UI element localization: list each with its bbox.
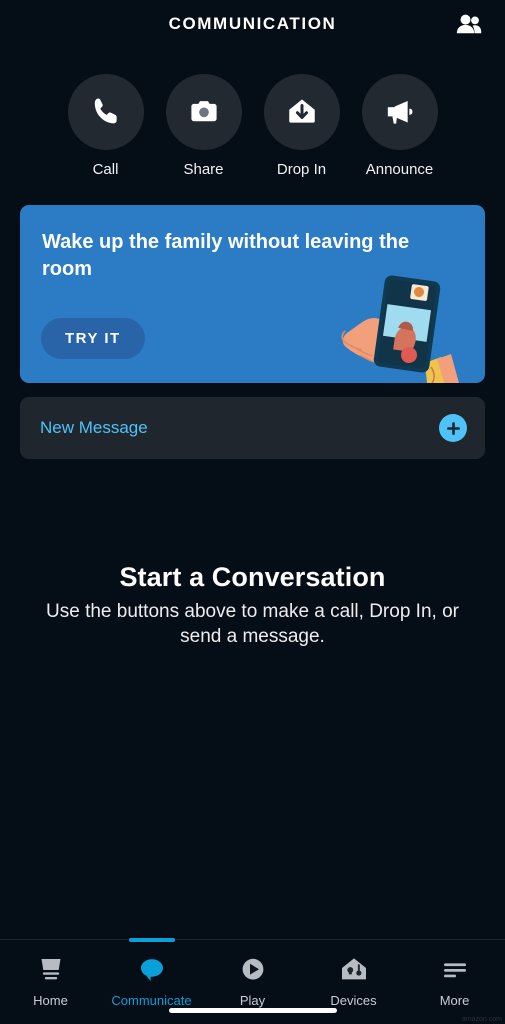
active-tab-indicator xyxy=(128,938,175,942)
nav-label: More xyxy=(439,993,470,1008)
promo-card[interactable]: Wake up the family without leaving the r… xyxy=(20,205,485,383)
home-indicator xyxy=(168,1008,337,1013)
hand-holding-phone-illustration xyxy=(341,275,459,383)
nav-item-more[interactable]: More xyxy=(404,940,505,1024)
empty-state-title: Start a Conversation xyxy=(119,562,386,592)
hamburger-menu-icon xyxy=(440,954,470,986)
play-circle-icon xyxy=(238,954,268,986)
nav-label: Home xyxy=(33,993,68,1008)
communication-screen: COMMUNICATION Call Share Drop In Announc… xyxy=(0,0,505,1024)
nav-label: Play xyxy=(239,993,266,1008)
drop-in-button[interactable] xyxy=(263,74,340,150)
watermark: amazon.com xyxy=(461,1016,502,1023)
try-it-button[interactable]: TRY IT xyxy=(41,318,145,359)
megaphone-icon xyxy=(387,100,412,124)
quick-action-share[interactable]: Share xyxy=(165,74,242,178)
smart-home-icon xyxy=(339,954,369,986)
empty-state: Start a Conversation Use the buttons abo… xyxy=(0,459,505,939)
share-button[interactable] xyxy=(165,74,242,150)
page-title: COMMUNICATION xyxy=(168,14,337,33)
speech-bubble-icon xyxy=(137,954,167,986)
quick-action-label: Share xyxy=(183,161,224,178)
house-down-arrow-icon xyxy=(288,99,315,123)
quick-action-drop-in[interactable]: Drop In xyxy=(263,74,340,178)
empty-state-subtitle: Use the buttons above to make a call, Dr… xyxy=(46,601,459,648)
quick-action-label: Call xyxy=(92,161,119,178)
quick-action-announce[interactable]: Announce xyxy=(361,74,438,178)
camera-icon xyxy=(190,101,217,122)
quick-action-call[interactable]: Call xyxy=(67,74,144,178)
new-message-label: New Message xyxy=(40,418,148,437)
nav-label: Communicate xyxy=(111,993,192,1008)
new-message-bar[interactable]: New Message xyxy=(20,397,485,459)
contacts-icon[interactable] xyxy=(449,4,489,44)
quick-action-label: Drop In xyxy=(276,161,327,178)
quick-actions-row: Call Share Drop In Announce xyxy=(0,48,505,178)
announce-button[interactable] xyxy=(361,74,438,150)
phone-icon xyxy=(94,98,117,124)
nav-item-home[interactable]: Home xyxy=(0,940,101,1024)
app-header: COMMUNICATION xyxy=(0,0,505,48)
plus-circle-icon[interactable] xyxy=(439,414,467,442)
echo-device-icon xyxy=(36,954,66,986)
call-button[interactable] xyxy=(67,74,144,150)
quick-action-label: Announce xyxy=(365,161,434,178)
nav-label: Devices xyxy=(330,993,377,1008)
